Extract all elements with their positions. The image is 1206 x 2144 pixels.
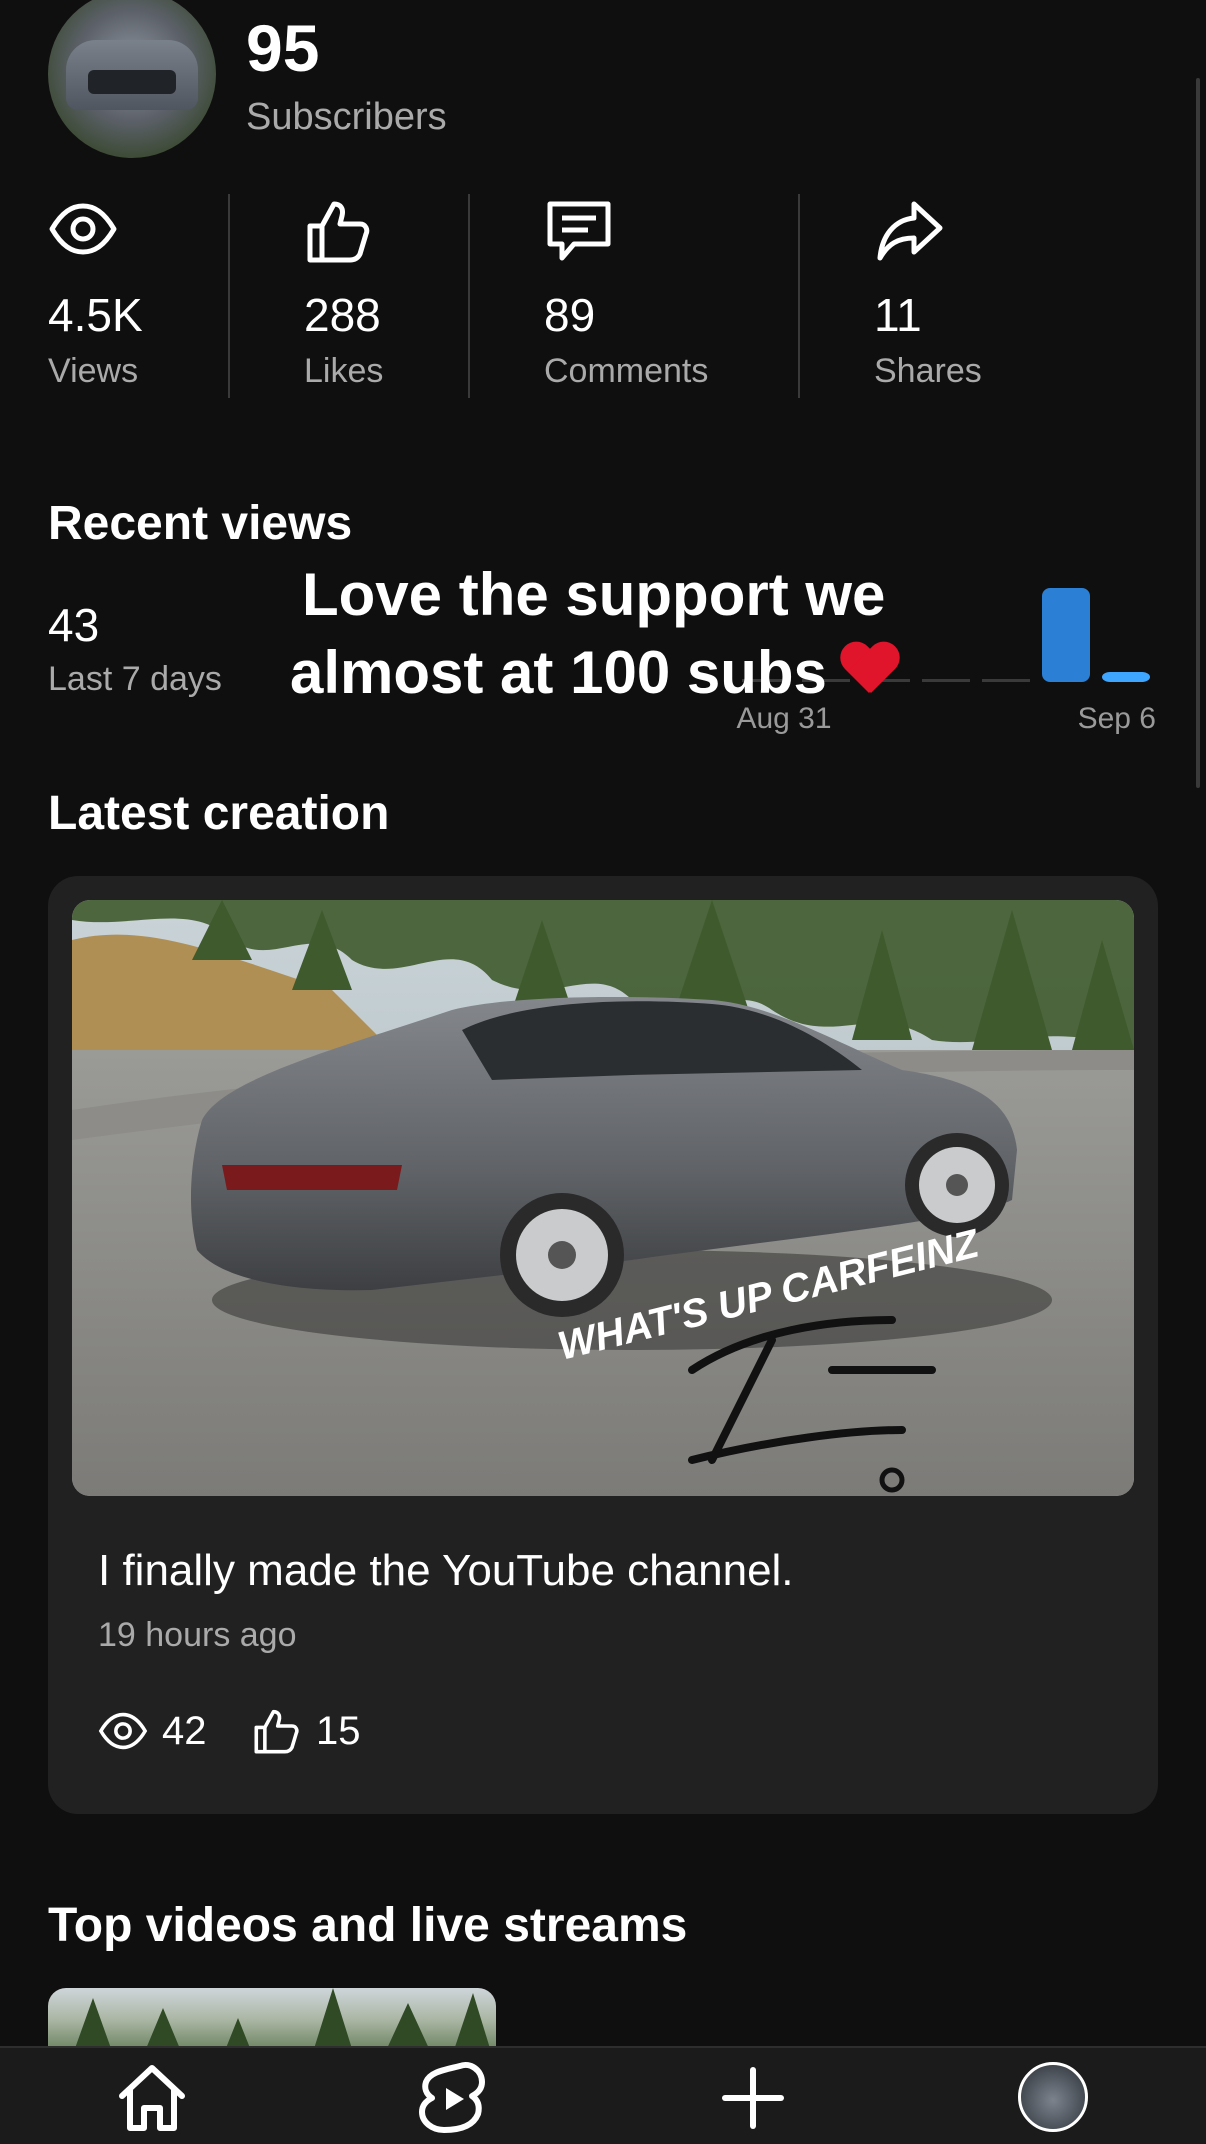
video-views: 42 (98, 1706, 207, 1756)
story-overlay-text: Love the support we almost at 100 subs (290, 556, 901, 712)
nav-shorts[interactable] (414, 2060, 490, 2136)
recent-views-title: Recent views (48, 497, 353, 550)
video-title[interactable]: I finally made the YouTube channel. (98, 1546, 794, 1596)
recent-views-period: Last 7 days (48, 660, 222, 698)
video-likes: 15 (252, 1706, 361, 1756)
profile-avatar[interactable] (1018, 2062, 1088, 2132)
video-thumbnail[interactable]: WHAT'S UP CARFEINZ (72, 900, 1134, 1496)
create-plus-icon (722, 2067, 784, 2129)
chart-label-end: Sep 6 (1078, 702, 1156, 735)
stat-label: Comments (544, 352, 709, 390)
scrollbar[interactable] (1196, 78, 1200, 788)
chart-bar-empty (922, 679, 970, 682)
recent-views-count: 43 (48, 599, 100, 651)
thumbnail-image: WHAT'S UP CARFEINZ (72, 900, 1134, 1496)
stat-value: 288 (304, 289, 381, 341)
nav-create[interactable] (715, 2060, 791, 2136)
channel-avatar[interactable] (48, 0, 216, 158)
eye-icon (98, 1712, 148, 1750)
overlay-line-2: almost at 100 subs (290, 639, 827, 706)
comment-icon (547, 201, 611, 261)
chart-bar[interactable] (1042, 588, 1090, 682)
thumbs-up-icon (254, 1709, 299, 1754)
video-time-ago: 19 hours ago (98, 1616, 297, 1654)
stat-label: Views (48, 352, 139, 390)
eye-icon (49, 203, 117, 255)
divider (798, 194, 800, 398)
stat-shares: 11 Shares (874, 196, 982, 390)
heart-icon (839, 643, 901, 703)
stat-comments: 89 Comments (544, 196, 708, 390)
home-icon (119, 2065, 185, 2131)
latest-creation-title: Latest creation (48, 787, 390, 840)
share-icon (877, 201, 943, 261)
shorts-icon (419, 2062, 485, 2133)
video-likes-count: 15 (316, 1708, 361, 1753)
stat-value: 4.5K (48, 289, 143, 341)
nav-home[interactable] (114, 2060, 190, 2136)
stat-label: Shares (874, 352, 982, 390)
latest-video-card[interactable]: WHAT'S UP CARFEINZ I finally made the Yo… (48, 876, 1158, 1814)
chart-bar[interactable] (1102, 672, 1150, 682)
overlay-line-1: Love the support we (302, 561, 886, 628)
stat-value: 89 (544, 289, 596, 341)
divider (228, 194, 230, 398)
stat-label: Likes (304, 352, 384, 390)
subscriber-label: Subscribers (246, 96, 447, 138)
top-videos-title: Top videos and live streams (48, 1899, 688, 1952)
stat-likes: 288 Likes (304, 196, 383, 390)
divider (468, 194, 470, 398)
chart-bar-empty (982, 679, 1030, 682)
stat-views: 4.5K Views (48, 196, 143, 390)
avatar-car-grille (88, 70, 176, 94)
stat-value: 11 (874, 289, 922, 341)
video-views-count: 42 (162, 1708, 207, 1753)
thumbs-up-icon (307, 201, 370, 263)
bottom-navigation (0, 2046, 1206, 2144)
subscriber-count: 95 (246, 11, 320, 85)
